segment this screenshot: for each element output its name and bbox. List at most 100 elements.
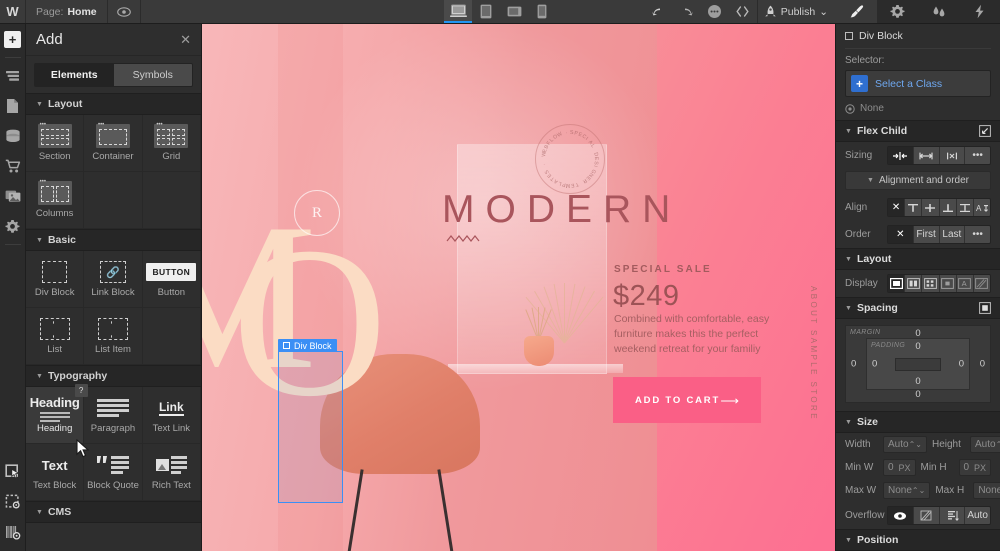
element-columns[interactable]: Columns — [26, 172, 85, 229]
section-header-spacing[interactable]: ▼ Spacing — [836, 297, 1000, 319]
element-rich-text[interactable]: Rich Text — [142, 444, 201, 501]
overflow-visible[interactable] — [888, 507, 914, 524]
sidebar-item-add-elements[interactable]: + — [0, 24, 26, 54]
overflow-scroll[interactable] — [939, 507, 966, 524]
sidebar-item-navigator[interactable] — [0, 61, 26, 91]
section-header-layout[interactable]: ▼ Layout — [836, 248, 1000, 270]
plus-icon[interactable]: + — [851, 75, 868, 92]
expand-corner-icon[interactable] — [979, 125, 991, 137]
sidebar-item-pages[interactable] — [0, 91, 26, 121]
section-header-layout[interactable]: ▼ Layout — [26, 93, 201, 115]
webflow-logo[interactable]: W — [0, 0, 26, 23]
display-block[interactable] — [888, 275, 906, 292]
align-baseline[interactable]: A — [973, 199, 990, 216]
help-badge[interactable]: ? — [74, 384, 88, 397]
code-button[interactable] — [729, 0, 757, 23]
section-header-cms[interactable]: ▼ CMS — [26, 501, 201, 523]
align-stretch[interactable] — [956, 199, 974, 216]
element-container[interactable]: Container — [84, 115, 143, 172]
min-width-input[interactable]: 0 PX — [883, 459, 916, 476]
overflow-hidden[interactable] — [913, 507, 940, 524]
align-start[interactable] — [905, 199, 923, 216]
min-height-input[interactable]: 0 PX — [958, 459, 991, 476]
element-block-quote[interactable]: Block Quote — [84, 444, 143, 501]
margin-left-value[interactable]: 0 — [851, 359, 856, 370]
tab-effects-panel[interactable] — [959, 0, 1000, 23]
height-input[interactable]: Auto ⌃⌄ — [969, 436, 1000, 453]
order-first[interactable]: First — [913, 226, 940, 243]
spacing-toggle-icon[interactable] — [979, 302, 991, 314]
display-inline[interactable]: A — [956, 275, 974, 292]
tab-style-panel[interactable] — [836, 0, 877, 23]
display-flex[interactable] — [905, 275, 923, 292]
page-selector[interactable]: Page: Home — [26, 0, 108, 23]
redo-button[interactable] — [673, 0, 701, 23]
tab-interactions-panel[interactable] — [918, 0, 959, 23]
order-custom[interactable]: ••• — [965, 226, 990, 243]
width-input[interactable]: Auto ⌃⌄ — [883, 436, 927, 453]
align-center[interactable] — [922, 199, 940, 216]
element-list[interactable]: List — [26, 308, 85, 365]
sidebar-item-assets[interactable] — [0, 181, 26, 211]
section-header-position[interactable]: ▼ Position — [836, 529, 1000, 551]
sidebar-item-ecommerce[interactable] — [0, 151, 26, 181]
device-tablet[interactable] — [472, 0, 500, 23]
align-end[interactable] — [939, 199, 957, 216]
add-to-cart-button[interactable]: ADD TO CART ⟶ — [613, 377, 761, 423]
close-icon[interactable]: ✕ — [180, 32, 191, 48]
stepper-icon[interactable]: ⌃⌄ — [996, 440, 1000, 449]
section-header-basic[interactable]: ▼ Basic — [26, 229, 201, 251]
display-none[interactable] — [973, 275, 990, 292]
more-menu-button[interactable] — [701, 0, 729, 23]
device-tablet-landscape[interactable] — [500, 0, 528, 23]
sizing-shrink-if-needed[interactable] — [888, 147, 914, 164]
tab-symbols[interactable]: Symbols — [113, 64, 192, 86]
min-height-unit[interactable]: PX — [974, 463, 986, 473]
select-tool-button[interactable] — [0, 457, 26, 487]
tab-settings-panel[interactable] — [877, 0, 918, 23]
padding-left-value[interactable]: 0 — [872, 359, 877, 370]
element-div-block[interactable]: Div Block — [26, 251, 85, 308]
sidebar-item-settings[interactable] — [0, 211, 26, 241]
margin-bottom-value[interactable]: 0 — [915, 389, 920, 400]
order-auto[interactable]: ✕ — [888, 226, 914, 243]
preview-toggle[interactable] — [108, 0, 141, 23]
overflow-auto[interactable]: Auto — [965, 507, 990, 524]
element-grid[interactable]: Grid — [142, 115, 201, 172]
section-header-flex-child[interactable]: ▼ Flex Child — [836, 120, 1000, 142]
alignment-and-order-toggle[interactable]: ▼ Alignment and order — [845, 171, 991, 190]
margin-right-value[interactable]: 0 — [980, 359, 985, 370]
design-canvas[interactable]: M O R SPECIAL DESIGNER TEMPLATES · WEBFL… — [202, 24, 835, 551]
order-last[interactable]: Last — [939, 226, 966, 243]
stepper-icon[interactable]: ⌃⌄ — [912, 486, 925, 495]
sizing-fill[interactable] — [913, 147, 940, 164]
publish-button[interactable]: Publish ⌄ — [756, 0, 836, 23]
selection-outline[interactable] — [278, 351, 343, 503]
element-section[interactable]: Section — [26, 115, 85, 172]
element-list-item[interactable]: List Item — [84, 308, 143, 365]
select-a-class-field[interactable]: + Select a Class — [845, 70, 991, 97]
element-text-link[interactable]: Link Text Link — [142, 387, 201, 444]
padding-top-value[interactable]: 0 — [915, 341, 920, 352]
margin-box[interactable]: MARGIN 0 0 0 0 PADDING 0 0 0 0 — [845, 325, 991, 403]
display-grid[interactable] — [922, 275, 940, 292]
element-heading[interactable]: ? Heading Heading — [26, 384, 88, 444]
sizing-more[interactable]: ••• — [965, 147, 990, 164]
max-width-input[interactable]: None ⌃⌄ — [883, 482, 931, 499]
device-mobile[interactable] — [528, 0, 556, 23]
tab-elements[interactable]: Elements — [35, 64, 114, 86]
element-button[interactable]: BUTTON Button — [142, 251, 201, 308]
device-desktop[interactable] — [444, 0, 472, 23]
undo-button[interactable] — [645, 0, 673, 23]
min-width-unit[interactable]: PX — [898, 463, 910, 473]
stepper-icon[interactable]: ⌃⌄ — [909, 440, 922, 449]
padding-right-value[interactable]: 0 — [959, 359, 964, 370]
align-auto[interactable]: ✕ — [888, 199, 906, 216]
padding-box[interactable]: PADDING 0 0 0 0 — [866, 338, 970, 390]
audit-tool-button[interactable] — [0, 517, 26, 547]
sizing-dont-shrink[interactable] — [939, 147, 966, 164]
display-inline-block[interactable] — [939, 275, 957, 292]
section-header-typography[interactable]: ▼ Typography — [26, 365, 201, 387]
sidebar-item-cms[interactable] — [0, 121, 26, 151]
padding-bottom-value[interactable]: 0 — [915, 376, 920, 387]
